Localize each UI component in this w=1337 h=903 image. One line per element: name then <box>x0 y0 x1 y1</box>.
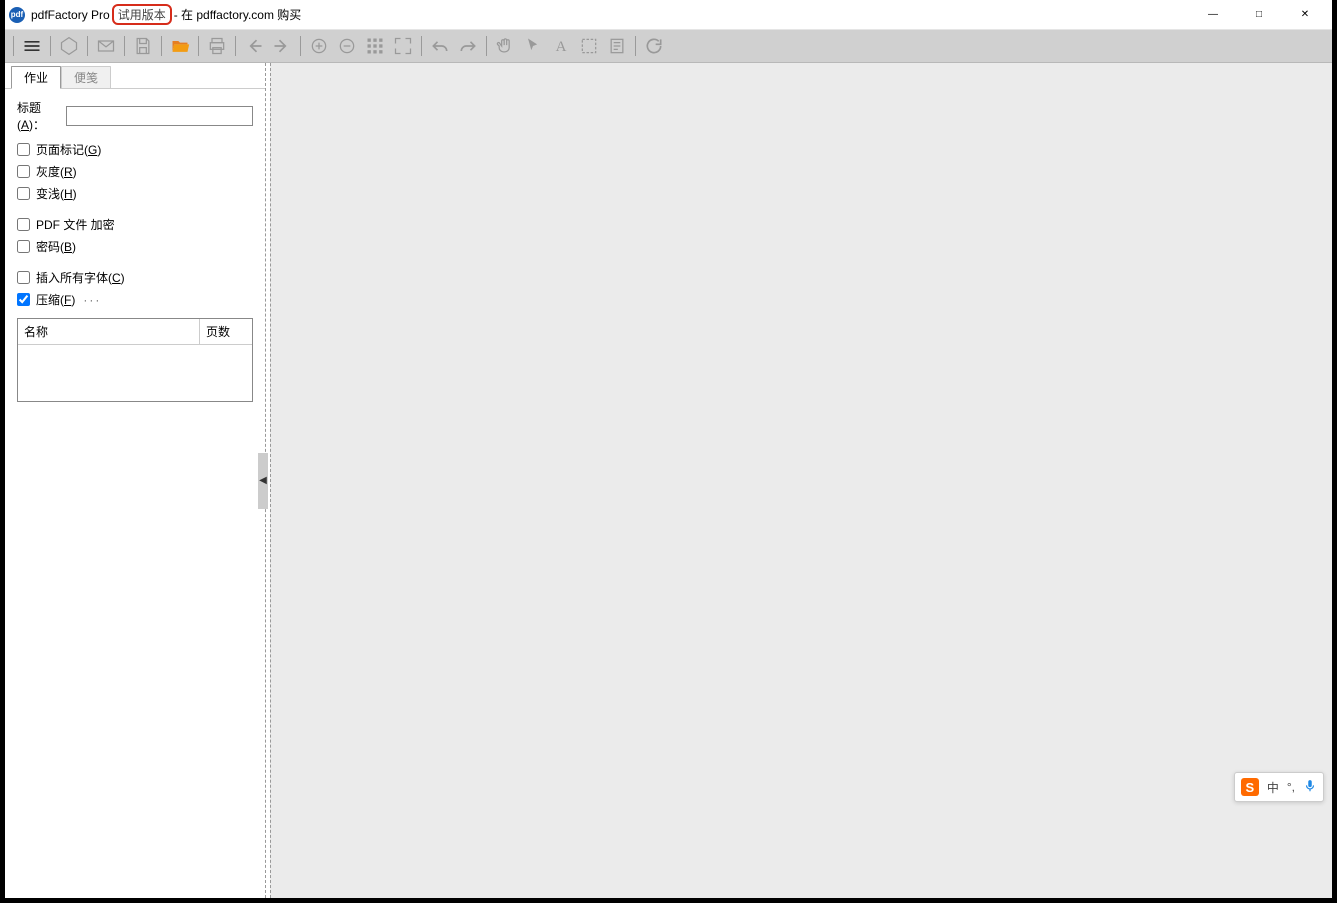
title-label: 标题(A)： <box>17 99 62 133</box>
label-page-mark: 页面标记(G) <box>36 141 101 158</box>
app-name: pdfFactory Pro <box>31 8 110 22</box>
title-suffix: - 在 pdffactory.com 购买 <box>174 6 302 23</box>
maximize-button[interactable]: □ <box>1236 0 1282 30</box>
separator <box>421 36 422 56</box>
checkbox-embed-fonts[interactable] <box>17 271 30 284</box>
trial-badge: 试用版本 <box>112 4 172 25</box>
print-icon[interactable] <box>203 32 231 60</box>
back-icon[interactable] <box>240 32 268 60</box>
title-row: 标题(A)： <box>17 99 253 133</box>
separator <box>198 36 199 56</box>
compress-more-button[interactable]: ··· <box>83 293 101 307</box>
text-icon[interactable]: A <box>547 32 575 60</box>
separator <box>161 36 162 56</box>
ime-punct[interactable]: °, <box>1287 780 1295 794</box>
label-gray: 灰度(R) <box>36 163 77 180</box>
note-icon[interactable] <box>603 32 631 60</box>
ime-lang[interactable]: 中 <box>1267 779 1279 796</box>
ime-toolbar[interactable]: S 中 °, <box>1234 772 1324 802</box>
label-password: 密码(B) <box>36 238 76 255</box>
window-controls: — □ ✕ <box>1190 0 1328 30</box>
tab-note[interactable]: 便笺 <box>61 66 111 88</box>
checkbox-lighten[interactable] <box>17 187 30 200</box>
close-button[interactable]: ✕ <box>1282 0 1328 30</box>
checkbox-compress[interactable] <box>17 293 30 306</box>
pdf-icon[interactable] <box>55 32 83 60</box>
pointer-icon[interactable] <box>519 32 547 60</box>
list-body <box>18 345 252 401</box>
checkbox-gray[interactable] <box>17 165 30 178</box>
job-list: 名称 页数 <box>17 318 253 402</box>
zoom-in-icon[interactable] <box>305 32 333 60</box>
label-lighten: 变浅(H) <box>36 185 77 202</box>
forward-icon[interactable] <box>268 32 296 60</box>
checkbox-page-mark[interactable] <box>17 143 30 156</box>
thumbnails-icon[interactable] <box>361 32 389 60</box>
list-header: 名称 页数 <box>18 319 252 345</box>
redo-icon[interactable] <box>454 32 482 60</box>
refresh-icon[interactable] <box>640 32 668 60</box>
col-name[interactable]: 名称 <box>18 319 200 344</box>
label-compress: 压缩(F) <box>36 291 75 308</box>
separator <box>50 36 51 56</box>
save-icon[interactable] <box>129 32 157 60</box>
microphone-icon[interactable] <box>1303 779 1317 796</box>
hand-icon[interactable] <box>491 32 519 60</box>
tab-job[interactable]: 作业 <box>11 66 61 88</box>
fullscreen-icon[interactable] <box>389 32 417 60</box>
checkbox-password[interactable] <box>17 240 30 253</box>
document-viewer[interactable] <box>270 63 1332 898</box>
sidebar-tabs: 作业 便笺 <box>5 63 265 89</box>
separator <box>13 36 14 56</box>
label-embed-fonts: 插入所有字体(C) <box>36 269 125 286</box>
ime-logo-icon[interactable]: S <box>1241 778 1259 796</box>
mail-icon[interactable] <box>92 32 120 60</box>
open-icon[interactable] <box>166 32 194 60</box>
svg-text:A: A <box>556 39 567 55</box>
app-icon: pdf <box>9 7 25 23</box>
separator <box>486 36 487 56</box>
checkbox-encrypt[interactable] <box>17 218 30 231</box>
undo-icon[interactable] <box>426 32 454 60</box>
col-pages[interactable]: 页数 <box>200 319 252 344</box>
title-bar: pdf pdfFactory Pro 试用版本 - 在 pdffactory.c… <box>5 0 1332 30</box>
window-title: pdfFactory Pro 试用版本 - 在 pdffactory.com 购… <box>31 4 301 25</box>
minimize-button[interactable]: — <box>1190 0 1236 30</box>
label-encrypt: PDF 文件 加密 <box>36 216 115 233</box>
separator <box>87 36 88 56</box>
select-area-icon[interactable] <box>575 32 603 60</box>
separator <box>235 36 236 56</box>
separator <box>635 36 636 56</box>
menu-button[interactable] <box>18 32 46 60</box>
separator <box>124 36 125 56</box>
job-panel: 标题(A)： 页面标记(G) 灰度(R) 变浅(H) PDF 文件 加密 密码(… <box>5 89 265 412</box>
title-input[interactable] <box>66 106 253 126</box>
separator <box>300 36 301 56</box>
sidebar-panel: 作业 便笺 标题(A)： 页面标记(G) 灰度(R) 变浅(H) PDF 文件 … <box>5 63 266 898</box>
main-toolbar: A <box>5 30 1332 63</box>
collapse-sidebar-button[interactable]: ◀ <box>258 453 268 509</box>
content-area: 作业 便笺 标题(A)： 页面标记(G) 灰度(R) 变浅(H) PDF 文件 … <box>5 63 1332 898</box>
zoom-out-icon[interactable] <box>333 32 361 60</box>
